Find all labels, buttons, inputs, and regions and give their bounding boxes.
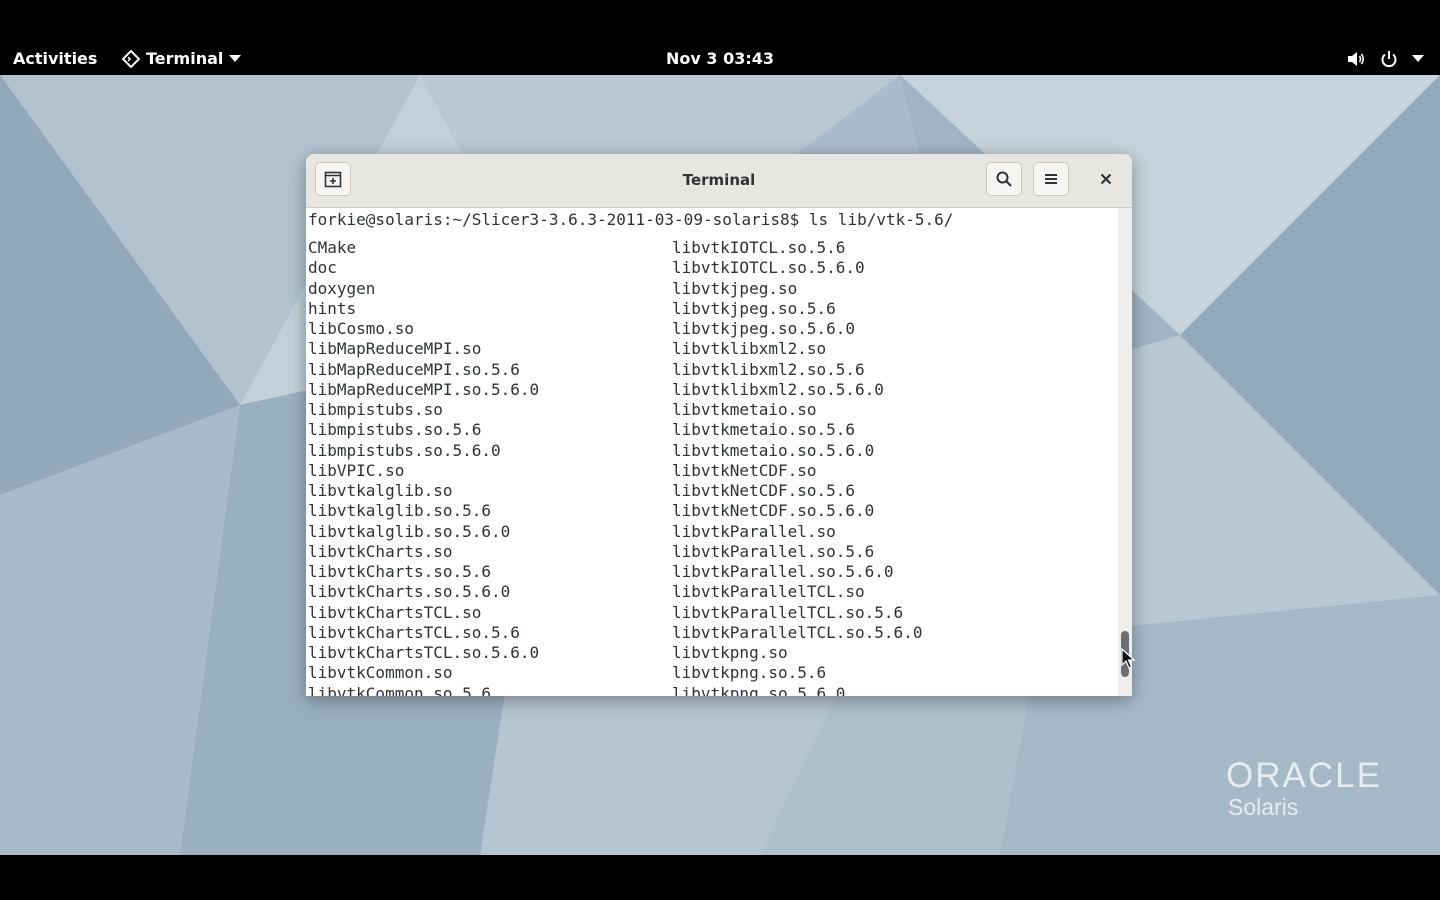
listing-entry: libvtkNetCDF.so [672,460,817,480]
listing-entry: libvtkParallel.so.5.6 [672,541,875,561]
listing-entry: libmpistubs.so [308,400,443,419]
listing-entry: libvtkParallel.so.5.6.0 [672,562,894,581]
listing-entry: libvtkmetaio.so [672,400,817,419]
hamburger-icon [1045,174,1057,184]
terminal-icon [122,49,140,68]
listing-entry: libvtkpng.so [672,643,788,662]
listing-entry: libvtkpng.so.5.6.0 [672,683,846,697]
listing-entry: doxygen [308,278,376,298]
listing-entry: libvtkmetaio.so.5.6.0 [672,440,875,460]
listing-entry: libMapReduceMPI.so.5.6.0 [308,379,540,399]
listing-entry: libvtklibxml2.so [672,339,827,359]
listing-entry: libvtkCommon.so [308,663,453,683]
listing-entry: hints [308,298,357,318]
listing-entry: libMapReduceMPI.so.5.6 [308,359,520,379]
listing-entry: libMapReduceMPI.so [308,339,482,359]
prompt-line: forkie@solaris:~/Slicer3-3.6.3-2011-03-0… [308,210,954,229]
listing-entry: libmpistubs.so.5.6.0 [308,440,501,460]
clock[interactable]: Nov 3 03:43 [666,49,774,68]
mouse-pointer-icon [1121,648,1136,669]
listing-entry: libvtkIOTCL.so.5.6.0 [672,258,865,278]
listing-entry: libvtkalglib.so [308,481,453,500]
oracle-solaris-logo: ORACLE Solaris [1226,758,1382,821]
listing-entry: doc [308,258,337,278]
listing-entry: libvtkNetCDF.so.5.6 [672,481,856,500]
logo-product: Solaris [1228,794,1299,820]
listing-entry: libvtkIOTCL.so.5.6 [672,238,846,257]
top-bar: Activities Terminal Nov 3 03:43 [0,0,1440,75]
search-icon [996,171,1012,187]
listing-entry: libvtkParallelTCL.so [672,582,865,602]
new-tab-icon [324,171,342,188]
listing-entry: libCosmo.so [308,319,414,338]
title-bar[interactable]: Terminal [306,154,1132,208]
listing-entry: libmpistubs.so.5.6 [308,420,482,440]
listing-entry: libvtkChartsTCL.so [308,602,482,622]
listing-entry: libvtklibxml2.so.5.6 [672,359,865,379]
listing-entry: libvtkCharts.so.5.6 [308,562,492,581]
new-tab-button[interactable] [315,162,351,196]
listing-entry: CMake [308,238,357,257]
search-button[interactable] [986,162,1022,196]
listing-entry: libvtkjpeg.so [672,278,798,298]
chevron-down-icon [1412,55,1424,62]
listing-entry: libvtkmetaio.so.5.6 [672,420,856,440]
listing-entry: libvtkParallel.so [672,521,836,541]
system-status-menu[interactable] [1346,50,1424,68]
close-icon [1100,173,1112,185]
close-button[interactable] [1093,166,1119,192]
speaker-icon [1348,52,1365,66]
power-icon [1381,51,1397,68]
listing-entry: libVPIC.so [308,460,405,480]
listing-entry: libvtkCommon.so.5.6 [308,683,492,697]
listing-entry: libvtkjpeg.so.5.6.0 [672,319,856,338]
terminal-output[interactable]: forkie@solaris:~/Slicer3-3.6.3-2011-03-0… [306,208,1118,696]
listing-entry: libvtkChartsTCL.so.5.6 [308,622,520,642]
listing-entry: libvtkalglib.so.5.6.0 [308,521,511,541]
listing-entry: libvtkNetCDF.so.5.6.0 [672,501,875,521]
listing-entry: libvtkParallelTCL.so.5.6.0 [672,622,923,642]
listing-entry: libvtkalglib.so.5.6 [308,501,492,521]
logo-brand: ORACLE [1226,756,1382,795]
listing-entry: libvtkCharts.so [308,541,453,561]
terminal-window[interactable]: Terminal forkie@solaris:~/Slicer3-3.6.3-… [306,154,1132,696]
menu-button[interactable] [1033,162,1069,196]
listing-entry: libvtkjpeg.so.5.6 [672,298,836,318]
listing-entry: libvtkParallelTCL.so.5.6 [672,602,904,622]
listing-entry: libvtklibxml2.so.5.6.0 [672,379,884,399]
listing-entry: libvtkpng.so.5.6 [672,663,827,683]
chevron-down-icon [229,54,242,62]
bottom-bar [0,855,1440,900]
activities-button[interactable]: Activities [13,49,97,68]
listing-entry: libvtkCharts.so.5.6.0 [308,582,511,602]
scrollbar[interactable] [1118,208,1132,696]
listing-entry: libvtkChartsTCL.so.5.6.0 [308,643,540,662]
app-menu[interactable]: Terminal [122,49,242,68]
app-menu-label: Terminal [146,49,224,68]
